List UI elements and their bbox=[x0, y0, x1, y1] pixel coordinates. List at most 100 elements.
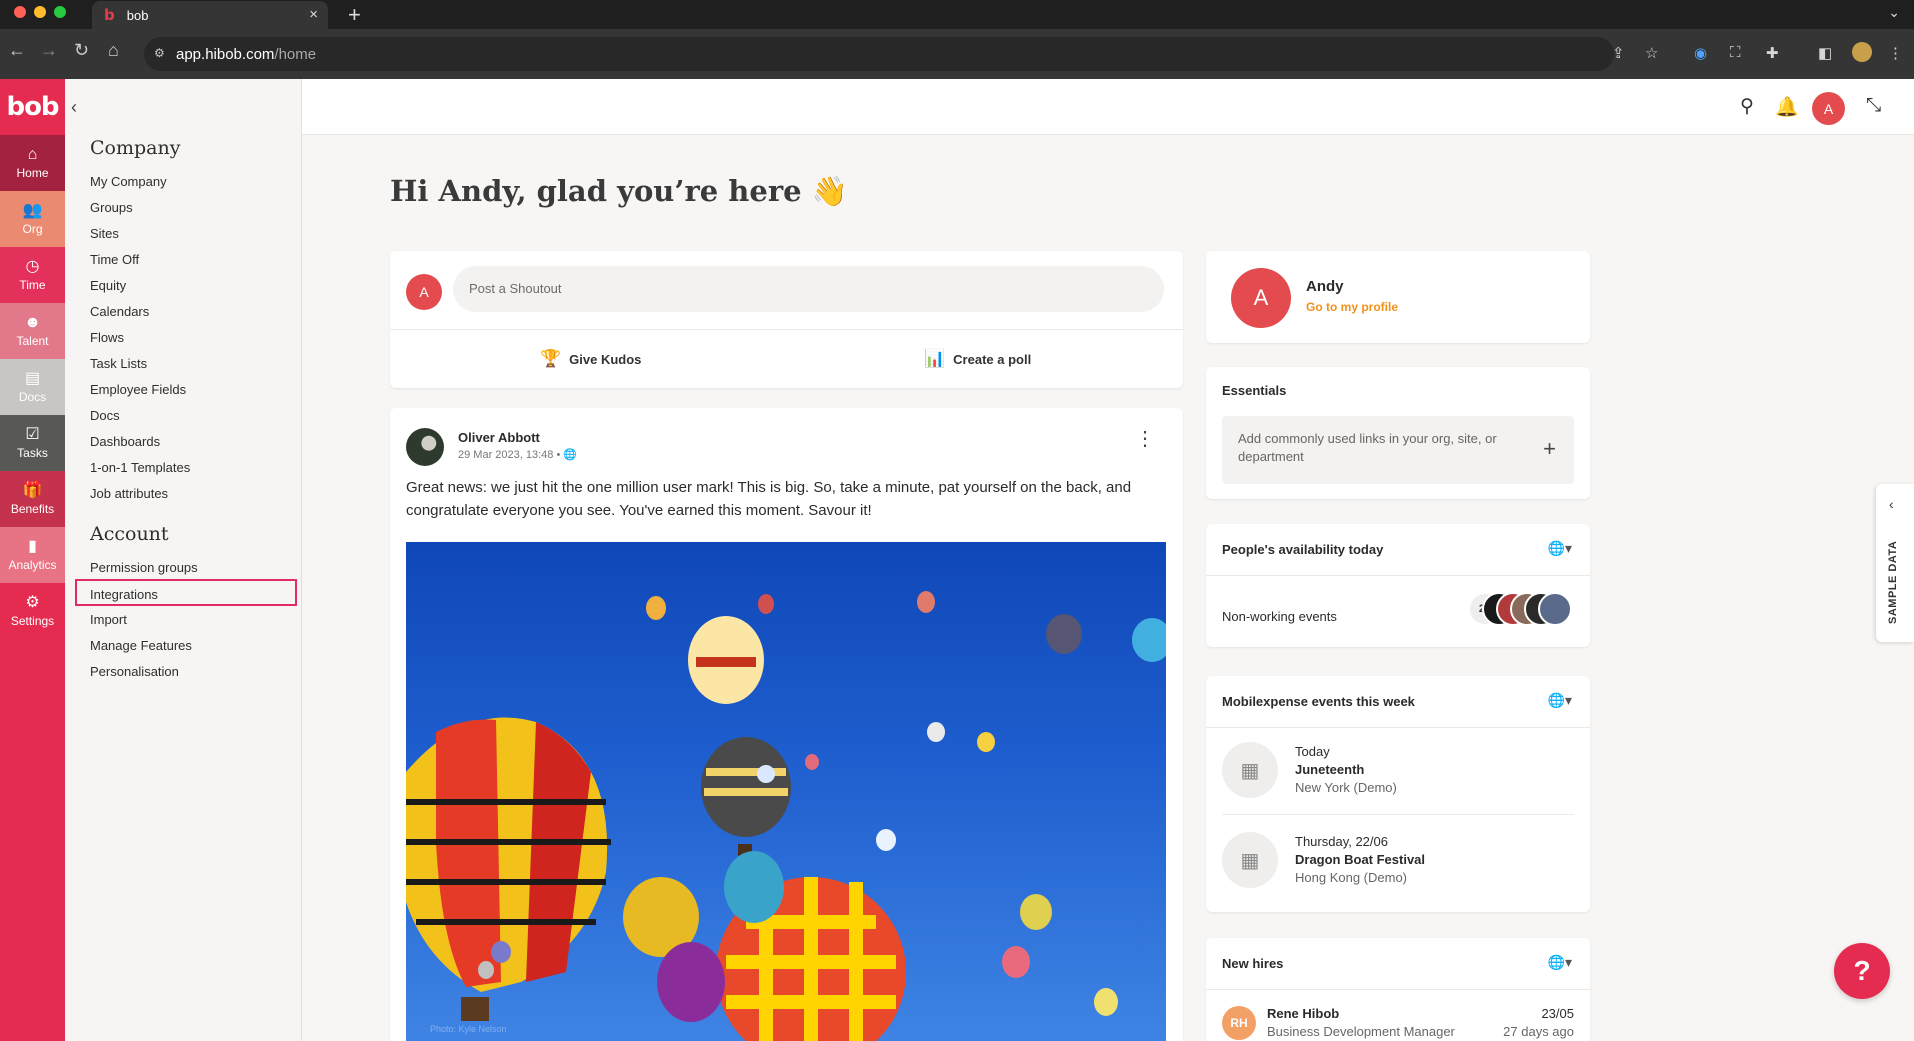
striped-balloon-center bbox=[701, 737, 791, 856]
menu-item-import[interactable]: Import bbox=[90, 612, 127, 627]
create-poll-button[interactable]: 📊 Create a poll bbox=[924, 349, 1031, 369]
home-icon: ⌂ bbox=[27, 146, 38, 163]
notification-bell-icon[interactable]: 🔔 bbox=[1775, 95, 1799, 119]
menu-item-personalisation[interactable]: Personalisation bbox=[90, 664, 179, 679]
password-manager-icon[interactable]: ◉ bbox=[1694, 44, 1707, 62]
profile-name: Andy bbox=[1306, 278, 1344, 295]
photo-credit: Photo: Kyle Nelson bbox=[430, 1024, 507, 1034]
document-icon: ▤ bbox=[24, 370, 41, 387]
menu-item-docs[interactable]: Docs bbox=[90, 408, 120, 423]
add-link-plus-icon[interactable]: + bbox=[1543, 436, 1556, 462]
user-avatar-button[interactable]: A bbox=[1812, 92, 1845, 125]
rail-item-org[interactable]: 👥 Org bbox=[0, 191, 65, 247]
give-kudos-button[interactable]: 🏆 Give Kudos bbox=[540, 349, 641, 369]
gear-icon: ⚙ bbox=[25, 594, 40, 611]
menu-item-integrations[interactable]: Integrations bbox=[75, 579, 297, 606]
divider bbox=[1206, 575, 1590, 576]
event-name: Juneteenth bbox=[1295, 762, 1365, 777]
side-panel-icon[interactable]: ◧ bbox=[1818, 44, 1832, 62]
menu-item-time-off[interactable]: Time Off bbox=[90, 252, 139, 267]
rail-item-tasks[interactable]: ☑ Tasks bbox=[0, 415, 65, 471]
new-tab-button[interactable]: + bbox=[348, 2, 361, 28]
menu-item-task-lists[interactable]: Task Lists bbox=[90, 356, 147, 371]
rail-item-benefits[interactable]: 🎁 Benefits bbox=[0, 471, 65, 527]
extensions-icon[interactable]: ✚ bbox=[1766, 44, 1779, 62]
screenshot-icon[interactable]: ⛶ bbox=[1730, 44, 1741, 61]
menu-item-permission-groups[interactable]: Permission groups bbox=[90, 560, 198, 575]
shoutout-input[interactable]: Post a Shoutout bbox=[453, 266, 1164, 312]
checkbox-icon: ☑ bbox=[25, 426, 40, 443]
rail-item-settings[interactable]: ⚙ Settings bbox=[0, 583, 75, 639]
rail-item-docs[interactable]: ▤ Docs bbox=[0, 359, 65, 415]
menu-item-groups[interactable]: Groups bbox=[90, 200, 133, 215]
bob-favicon-icon: b bbox=[104, 6, 115, 24]
non-working-events-label: Non-working events bbox=[1222, 609, 1337, 624]
author-avatar[interactable] bbox=[406, 428, 444, 466]
essentials-title: Essentials bbox=[1222, 383, 1287, 398]
shoutout-card: A Post a Shoutout 🏆 Give Kudos 📊 Create … bbox=[390, 251, 1183, 388]
events-title: Mobilexpense events this week bbox=[1222, 694, 1415, 709]
globe-filter-icon[interactable]: 🌐▾ bbox=[1548, 954, 1572, 971]
page-greeting: Hi Andy, glad you’re here 👋 bbox=[390, 174, 848, 208]
gift-icon: 🎁 bbox=[22, 482, 43, 499]
tab-title: bob bbox=[126, 7, 149, 23]
browser-menu-icon[interactable]: ⋮ bbox=[1888, 44, 1903, 62]
divider bbox=[1206, 727, 1590, 728]
post-more-options-icon[interactable]: ⋮ bbox=[1135, 426, 1155, 451]
new-hire-avatar: RH bbox=[1222, 1006, 1256, 1040]
rail-item-home[interactable]: ⌂ Home bbox=[0, 135, 65, 191]
post-author-name[interactable]: Oliver Abbott bbox=[458, 430, 540, 445]
rail-item-time[interactable]: ◷ Time bbox=[0, 247, 65, 303]
essentials-card: Essentials Add commonly used links in yo… bbox=[1206, 367, 1590, 499]
sample-data-tab[interactable]: ‹ SAMPLE DATA bbox=[1876, 484, 1914, 642]
talent-icon: ☻ bbox=[24, 314, 41, 331]
reload-icon[interactable]: ↻ bbox=[74, 40, 89, 61]
tab-search-chevron-icon[interactable]: ⌄ bbox=[1888, 4, 1900, 21]
globe-filter-icon[interactable]: 🌐▾ bbox=[1548, 692, 1572, 709]
close-tab-icon[interactable]: × bbox=[309, 6, 318, 23]
minimize-window-button[interactable] bbox=[34, 6, 46, 18]
minimize-layout-icon[interactable]: ⤡ bbox=[1866, 95, 1881, 117]
menu-item-sites[interactable]: Sites bbox=[90, 226, 119, 241]
bob-logo[interactable]: bob bbox=[0, 79, 65, 135]
menu-item-1-on-1-templates[interactable]: 1-on-1 Templates bbox=[90, 460, 190, 475]
avatar bbox=[1538, 592, 1572, 626]
menu-item-calendars[interactable]: Calendars bbox=[90, 304, 149, 319]
post-image-hot-air-balloons[interactable]: Photo: Kyle Nelson bbox=[406, 542, 1166, 1041]
bookmark-star-icon[interactable]: ☆ bbox=[1645, 44, 1658, 62]
help-button[interactable]: ? bbox=[1834, 943, 1890, 999]
close-window-button[interactable] bbox=[14, 6, 26, 18]
divider bbox=[390, 329, 1183, 330]
availability-card: People's availability today 🌐▾ Non-worki… bbox=[1206, 524, 1590, 647]
address-bar[interactable]: ⚙ app.hibob.com/home bbox=[144, 37, 1614, 71]
bar-chart-icon: ▮ bbox=[28, 538, 37, 555]
trophy-icon: 🏆 bbox=[540, 349, 562, 368]
back-icon[interactable]: ← bbox=[8, 40, 26, 61]
go-to-profile-link[interactable]: Go to my profile bbox=[1306, 300, 1398, 314]
site-settings-icon[interactable]: ⚙ bbox=[154, 46, 165, 60]
new-hire-ago: 27 days ago bbox=[1503, 1024, 1574, 1039]
rail-item-talent[interactable]: ☻ Talent bbox=[0, 303, 65, 359]
browser-toolbar: ← → ↻ ⌂ ⚙ app.hibob.com/home ⇪ ☆ ◉ ⛶ ✚ ◧… bbox=[0, 29, 1914, 79]
collapse-panel-chevron-icon[interactable]: ‹ bbox=[71, 97, 77, 118]
menu-item-flows[interactable]: Flows bbox=[90, 330, 124, 345]
menu-item-manage-features[interactable]: Manage Features bbox=[90, 638, 192, 653]
menu-item-my-company[interactable]: My Company bbox=[90, 174, 167, 189]
menu-item-dashboards[interactable]: Dashboards bbox=[90, 434, 160, 449]
forward-icon[interactable]: → bbox=[40, 40, 58, 61]
search-icon[interactable]: ⚲ bbox=[1740, 95, 1754, 118]
browser-profile-avatar[interactable] bbox=[1852, 42, 1872, 62]
maximize-window-button[interactable] bbox=[54, 6, 66, 18]
menu-item-employee-fields[interactable]: Employee Fields bbox=[90, 382, 186, 397]
avatar-stack[interactable]: 22 bbox=[1468, 592, 1572, 626]
menu-item-equity[interactable]: Equity bbox=[90, 278, 126, 293]
rail-item-analytics[interactable]: ▮ Analytics bbox=[0, 527, 65, 583]
globe-filter-icon[interactable]: 🌐▾ bbox=[1548, 540, 1572, 557]
profile-avatar[interactable]: A bbox=[1231, 268, 1291, 328]
browser-tab[interactable]: b bob × bbox=[92, 1, 328, 29]
essentials-add-links-box[interactable]: Add commonly used links in your org, sit… bbox=[1222, 416, 1574, 484]
home-button-icon[interactable]: ⌂ bbox=[108, 40, 119, 61]
event-date: Today bbox=[1295, 744, 1330, 759]
menu-item-job-attributes[interactable]: Job attributes bbox=[90, 486, 168, 501]
share-icon[interactable]: ⇪ bbox=[1612, 44, 1625, 62]
